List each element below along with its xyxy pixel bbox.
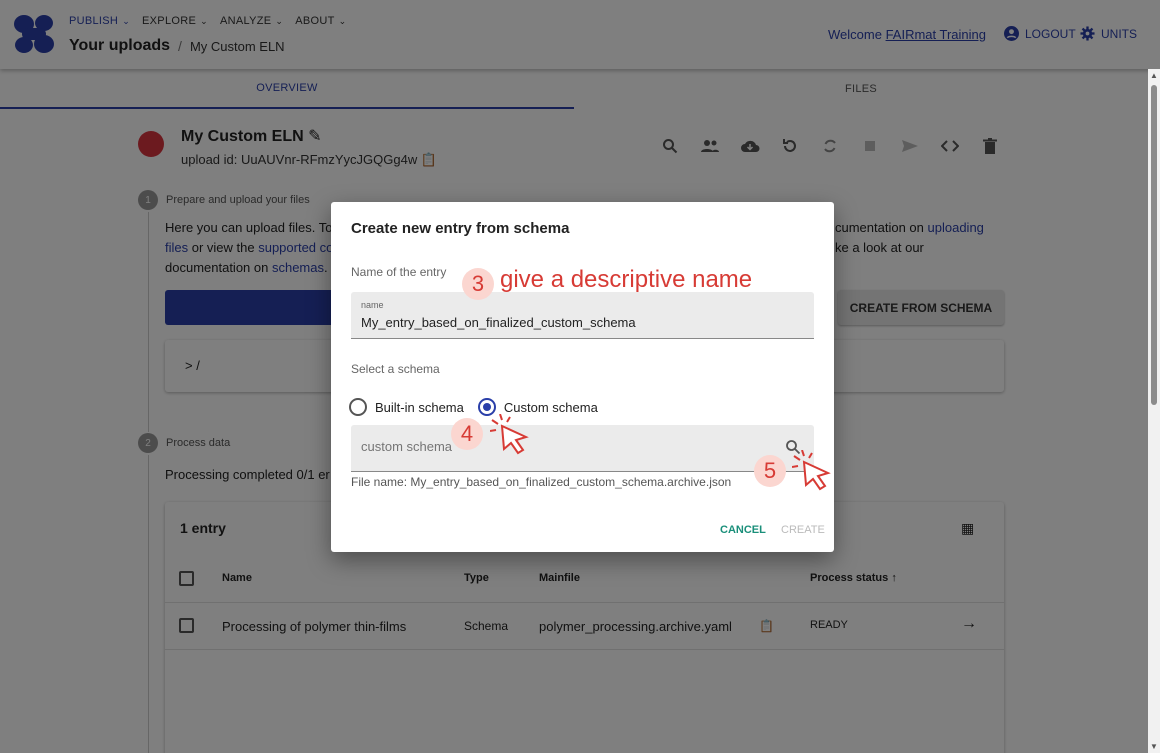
custom-schema-field[interactable] — [351, 425, 814, 472]
annotation-step-3: 3 — [462, 268, 494, 300]
schema-type-radio-group: Built-in schema Custom schema — [349, 398, 612, 416]
scrollbar-thumb[interactable] — [1151, 85, 1157, 405]
create-entry-dialog: Create new entry from schema Name of the… — [331, 202, 834, 552]
annotation-step-5: 5 — [754, 455, 786, 487]
name-field-label: name — [361, 300, 384, 310]
annotation-step-3-text: give a descriptive name — [500, 266, 753, 293]
custom-schema-input[interactable] — [361, 439, 761, 454]
custom-schema-label[interactable]: Custom schema — [504, 400, 598, 415]
scrollbar[interactable]: ▲ ▼ — [1148, 69, 1160, 753]
click-cursor-icon — [792, 450, 831, 491]
entry-name-field[interactable]: name My_entry_based_on_finalized_custom_… — [351, 292, 814, 339]
annotation-step-4: 4 — [451, 418, 483, 450]
create-button[interactable]: CREATE — [781, 524, 825, 536]
cancel-button[interactable]: CANCEL — [720, 524, 766, 536]
builtin-schema-radio[interactable] — [349, 398, 367, 416]
name-section-label: Name of the entry — [351, 265, 447, 279]
schema-section-label: Select a schema — [351, 362, 440, 376]
scroll-up-icon[interactable]: ▲ — [1150, 71, 1158, 80]
builtin-schema-label[interactable]: Built-in schema — [375, 400, 464, 415]
file-name-helper: File name: My_entry_based_on_finalized_c… — [351, 475, 732, 489]
click-cursor-icon — [490, 414, 529, 455]
name-field-value[interactable]: My_entry_based_on_finalized_custom_schem… — [361, 315, 636, 330]
dialog-title: Create new entry from schema — [351, 220, 570, 237]
scroll-down-icon[interactable]: ▼ — [1150, 742, 1158, 751]
